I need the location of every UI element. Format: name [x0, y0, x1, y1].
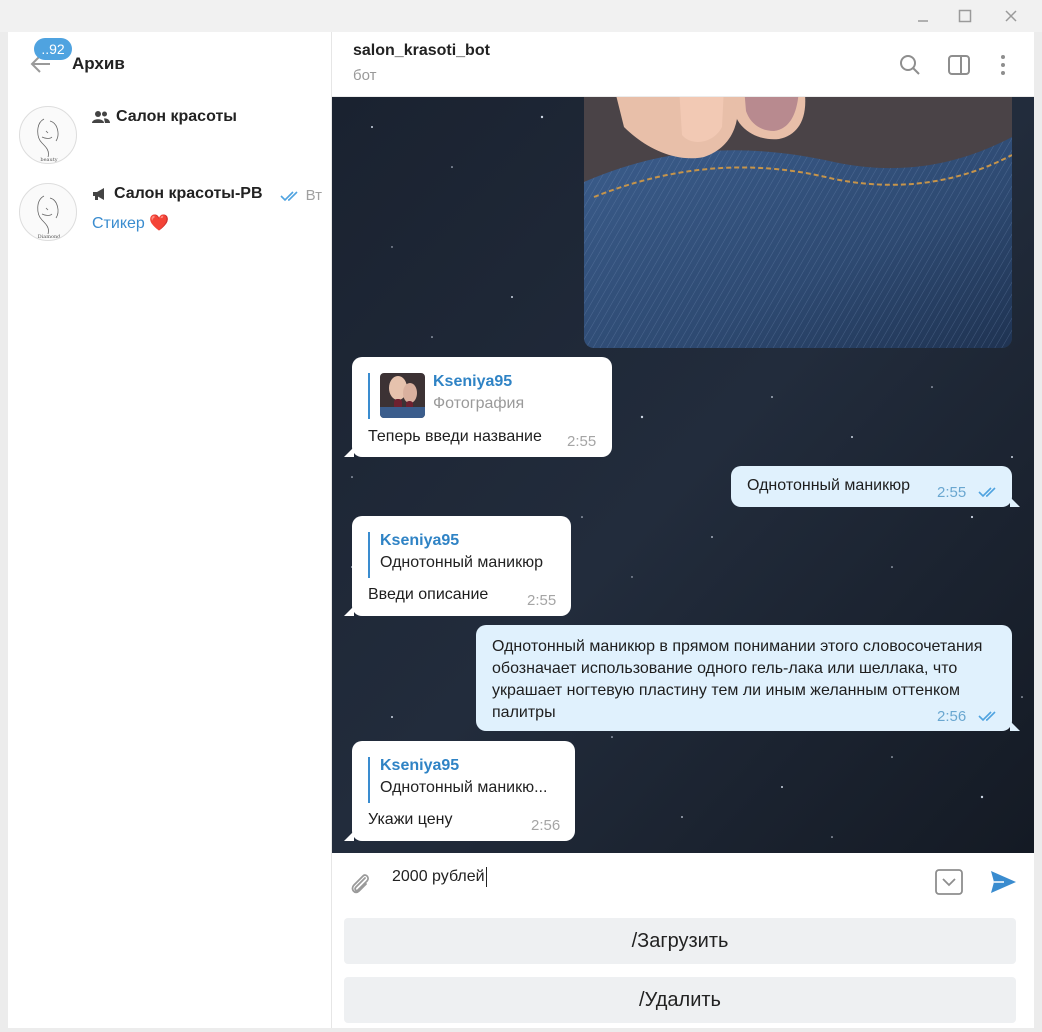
unread-badge: ..92: [34, 38, 72, 60]
reply-sender: Kseniya95: [433, 373, 513, 390]
heart-emoji: ❤️: [149, 215, 170, 232]
chat-time-label: Вт: [305, 187, 322, 204]
message-time: 2:55: [567, 433, 597, 450]
outgoing-message[interactable]: Однотонный маникюр в прямом понимании эт…: [476, 625, 1020, 731]
preview-text: Стикер: [92, 215, 145, 232]
window-titlebar: [0, 0, 1042, 32]
maximize-icon[interactable]: [950, 4, 980, 28]
bot-command-upload-button[interactable]: /Загрузить: [344, 918, 1016, 964]
reply-quote[interactable]: Kseniya95 Фотография: [368, 373, 598, 419]
reply-thumbnail: [380, 373, 425, 418]
chat-name-label: Салон красоты-РВ: [114, 185, 263, 202]
avatar: Diamond: [19, 183, 77, 241]
message-time: 2:55: [527, 592, 557, 609]
attach-paperclip-icon[interactable]: [346, 869, 374, 897]
avatar: beauty: [19, 106, 77, 164]
channel-icon: [93, 188, 104, 200]
read-checkmarks-icon: [978, 711, 996, 722]
close-icon[interactable]: [996, 4, 1026, 28]
chat-name: Салон красоты: [92, 108, 237, 126]
reply-sender: Kseniya95: [380, 532, 460, 549]
reply-text: Однотонный маникюр: [380, 554, 543, 571]
minimize-icon[interactable]: [908, 4, 938, 28]
chat-item-salon-krasoty[interactable]: beauty Салон красоты: [8, 96, 332, 172]
search-icon[interactable]: [897, 52, 923, 78]
message-text: Однотонный маникюр: [747, 477, 910, 494]
chat-item-salon-krasoty-rv[interactable]: Diamond Салон красоты-РВ Вт Стикер ❤️: [8, 173, 332, 249]
chat-header[interactable]: salon_krasoti_bot бот: [332, 32, 1034, 97]
telegram-app: ..92 Архив beauty Салон красоты Diamond …: [8, 32, 1034, 1028]
peer-status: бот: [353, 67, 377, 84]
reply-text: Фотография: [433, 395, 525, 412]
bot-command-delete-button[interactable]: /Удалить: [344, 977, 1016, 1023]
message-input-value: 2000 рублей: [392, 868, 485, 886]
more-menu-icon[interactable]: [990, 52, 1016, 78]
double-check-icon: [280, 190, 298, 201]
sidebar-toggle-icon[interactable]: [946, 52, 972, 78]
chat-preview: Стикер ❤️: [92, 213, 169, 233]
archive-header: ..92 Архив: [8, 32, 332, 96]
archive-title: Архив: [72, 54, 125, 73]
incoming-message[interactable]: Kseniya95 Однотонный маникю... Укажи цен…: [344, 741, 575, 841]
message-time: 2:56: [531, 817, 561, 834]
send-icon[interactable]: [988, 867, 1018, 897]
bot-keyboard-toggle-icon[interactable]: [934, 867, 964, 897]
reply-text: Однотонный маникю...: [380, 779, 548, 796]
message-text: Укажи цену: [368, 811, 453, 828]
read-checkmarks-icon: [978, 487, 996, 498]
svg-text:Diamond: Diamond: [38, 234, 62, 240]
peer-name: salon_krasoti_bot: [353, 42, 490, 59]
nail-photo[interactable]: [584, 97, 1012, 348]
outgoing-message[interactable]: Однотонный маникюр 2:55: [731, 466, 1020, 507]
incoming-message[interactable]: Kseniya95 Фотография Теперь введи назван…: [344, 357, 612, 457]
reply-quote[interactable]: Kseniya95 Однотонный маникю...: [368, 757, 562, 803]
text-caret: [485, 867, 487, 887]
bot-reply-keyboard: /Загрузить /Удалить: [332, 911, 1034, 1028]
message-area[interactable]: Kseniya95 Фотография Теперь введи назван…: [332, 97, 1034, 853]
message-composer: 2000 рублей: [332, 853, 1034, 911]
reply-sender: Kseniya95: [380, 757, 460, 774]
message-text: Теперь введи название: [368, 428, 542, 445]
message-time: 2:56: [937, 708, 967, 725]
chat-list-sidebar: ..92 Архив beauty Салон красоты Diamond …: [8, 32, 332, 1028]
message-text: Однотонный маникюр в прямом понимании эт…: [492, 638, 983, 721]
chat-name: Салон красоты-РВ: [92, 185, 263, 203]
chat-time: Вт: [280, 187, 322, 204]
incoming-message[interactable]: Kseniya95 Однотонный маникюр Введи описа…: [344, 516, 571, 616]
group-icon: [92, 111, 110, 123]
message-time: 2:55: [937, 484, 967, 501]
reply-quote[interactable]: Kseniya95 Однотонный маникюр: [368, 532, 558, 578]
svg-text:beauty: beauty: [40, 157, 57, 163]
message-text: Введи описание: [368, 586, 489, 603]
chat-name-label: Салон красоты: [116, 108, 237, 125]
message-input[interactable]: 2000 рублей: [392, 867, 912, 897]
chat-pane: salon_krasoti_bot бот Kseniya95 Фотограф…: [332, 32, 1034, 1028]
